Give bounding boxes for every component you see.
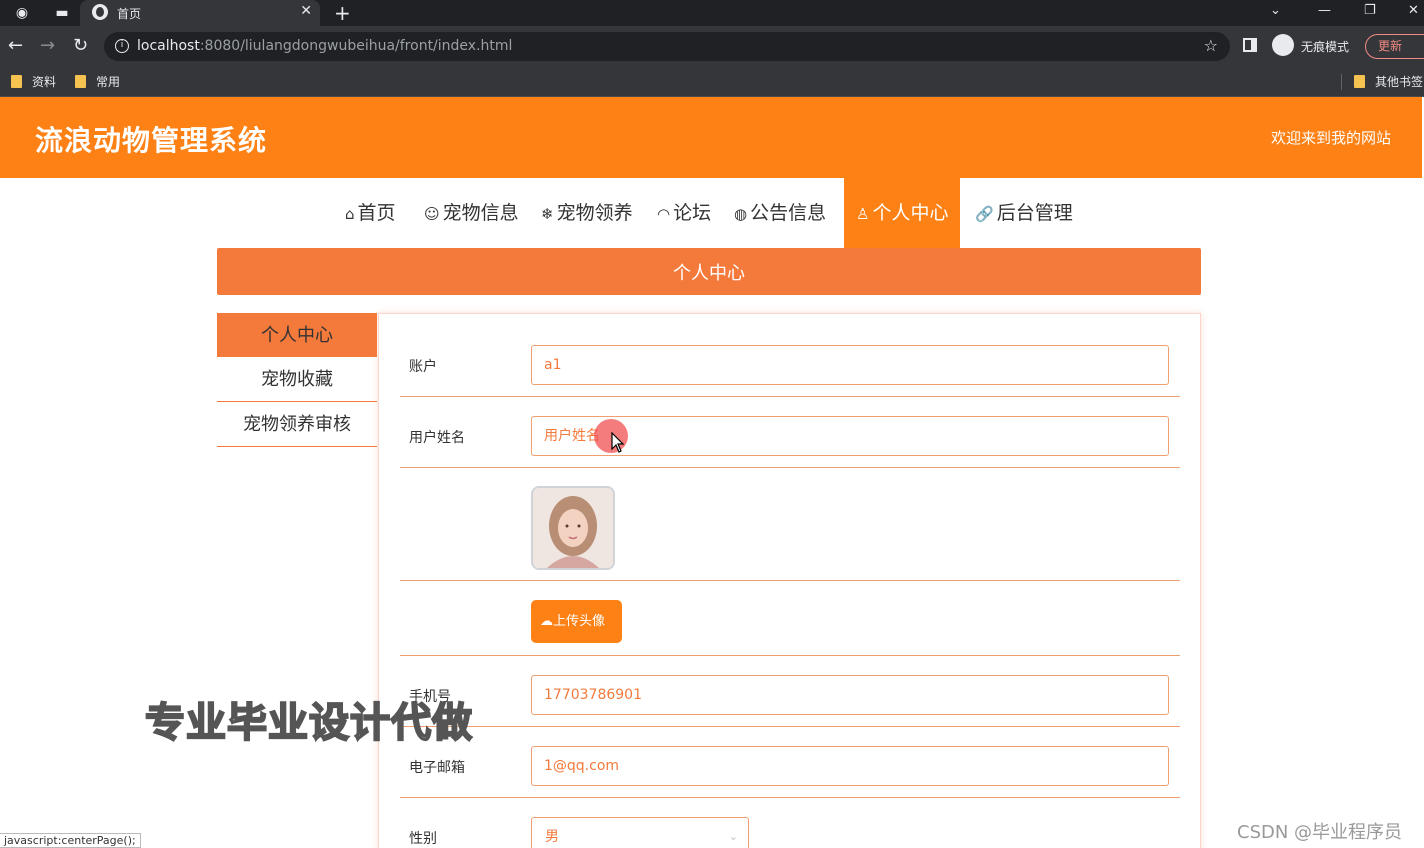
bookmark-folder-ziliao[interactable]: 资料 — [11, 73, 56, 90]
folder-icon — [1354, 75, 1365, 88]
nav-item-admin[interactable]: 🔗 后台管理 — [975, 178, 1073, 248]
email-label: 电子邮箱 — [409, 760, 465, 776]
mouse-cursor-icon — [611, 432, 625, 453]
name-label: 用户姓名 — [409, 430, 465, 446]
minimize-icon[interactable]: — — [1318, 3, 1331, 18]
browser-tab-strip: ◉ ▬ 首页 ✕ + ⌄ — ❐ ✕ — [0, 0, 1424, 26]
side-item-pet-favorites[interactable]: 宠物收藏 — [217, 357, 377, 402]
section-title: 个人中心 — [673, 263, 745, 284]
user-icon: ♙ — [856, 205, 870, 223]
window-close-icon[interactable]: ✕ — [1408, 3, 1419, 18]
nav-item-pet-info[interactable]: ☺ 宠物信息 — [424, 178, 519, 248]
site-info-icon[interactable]: i — [115, 39, 129, 53]
bookmark-folder-changyong[interactable]: 常用 — [75, 73, 120, 90]
side-menu: 个人中心 宠物收藏 宠物领养审核 — [217, 313, 377, 447]
welcome-text: 欢迎来到我的网站 — [1270, 129, 1391, 147]
tab-close-icon[interactable]: ✕ — [300, 3, 312, 19]
watermark-text: 专业毕业设计代做 — [144, 699, 473, 747]
main-nav: ⌂ 首页 ☺ 宠物信息 ❄ 宠物领养 ◠ 论坛 ◍ 公告信息 ♙ 个人中心 🔗 后台管理 — [0, 178, 1424, 248]
avatar-image — [531, 486, 615, 570]
phone-input[interactable]: 17703786901 — [531, 675, 1169, 715]
form-row-upload: ☁上传头像 — [400, 581, 1180, 656]
nav-item-personal-center[interactable]: ♙ 个人中心 — [844, 178, 961, 248]
account-label: 账户 — [409, 359, 437, 375]
pet-face-icon: ☺ — [424, 205, 440, 223]
side-item-adoption-review[interactable]: 宠物领养审核 — [217, 402, 377, 447]
incognito-icon[interactable] — [1272, 34, 1294, 56]
form-row-account: 账户 a1 — [400, 314, 1180, 397]
gender-select[interactable]: 男 ⌄ — [531, 817, 749, 848]
address-bar: ← → ↻ i localhost:8080/liulangdongwubeih… — [0, 26, 1424, 66]
chevron-down-icon: ⌄ — [728, 830, 738, 843]
reload-icon[interactable]: ↻ — [73, 35, 88, 56]
profile-form: 账户 a1 用户姓名 用户姓名 ☁上传头像 手机号 17703786901 电子… — [378, 313, 1201, 848]
globe-icon: ◍ — [734, 205, 748, 223]
bookmark-star-icon[interactable]: ☆ — [1204, 36, 1218, 55]
folder-icon — [11, 75, 22, 88]
side-item-personal-center[interactable]: 个人中心 — [217, 313, 377, 357]
bookmarks-bar: 资料 常用 其他书签 — [0, 66, 1424, 97]
back-arrow-icon[interactable]: ← — [8, 35, 23, 56]
nav-item-pet-adopt[interactable]: ❄ 宠物领养 — [541, 178, 633, 248]
tab-list-chevron-icon[interactable]: ⌄ — [1270, 3, 1281, 18]
tab-search-icon[interactable]: ▬ — [53, 4, 71, 22]
cloud-upload-icon: ☁ — [540, 614, 553, 629]
snowflake-icon: ❄ — [541, 205, 554, 223]
url-input[interactable]: i localhost:8080/liulangdongwubeihua/fro… — [104, 32, 1230, 61]
csdn-credit: CSDN @毕业程序员 — [1237, 822, 1403, 843]
gender-value: 男 — [545, 829, 559, 845]
gender-label: 性别 — [409, 831, 437, 847]
tab-title: 首页 — [117, 7, 142, 21]
speedometer-icon: ◠ — [657, 205, 671, 223]
form-row-phone: 手机号 17703786901 — [400, 656, 1180, 727]
form-row-avatar — [400, 468, 1180, 581]
nav-item-forum[interactable]: ◠ 论坛 — [657, 178, 711, 248]
email-input[interactable]: 1@qq.com — [531, 746, 1169, 786]
folder-icon — [75, 75, 86, 88]
link-icon: 🔗 — [975, 205, 994, 223]
account-input[interactable]: a1 — [531, 345, 1169, 385]
form-row-name: 用户姓名 用户姓名 — [400, 397, 1180, 468]
new-tab-icon[interactable]: + — [334, 1, 351, 25]
bookmark-divider — [1341, 74, 1342, 90]
bookmark-folder-other[interactable]: 其他书签 — [1354, 73, 1423, 90]
browser-tab-active[interactable]: 首页 ✕ — [80, 0, 320, 26]
form-row-email: 电子邮箱 1@qq.com — [400, 727, 1180, 798]
restore-icon[interactable]: ❐ — [1364, 3, 1376, 18]
browser-globe-icon[interactable]: ◉ — [13, 4, 31, 22]
status-bar: javascript:centerPage(); — [0, 833, 141, 848]
update-button[interactable]: 更新 — [1365, 34, 1424, 59]
form-row-gender: 性别 男 ⌄ — [400, 798, 1180, 848]
home-icon: ⌂ — [345, 205, 355, 223]
nav-item-home[interactable]: ⌂ 首页 — [345, 178, 396, 248]
site-header: 流浪动物管理系统 欢迎来到我的网站 — [0, 97, 1422, 178]
incognito-label: 无痕模式 — [1301, 40, 1350, 54]
tab-favicon-globe-icon — [92, 4, 108, 20]
url-text: localhost:8080/liulangdongwubeihua/front… — [137, 38, 513, 54]
section-banner: 个人中心 — [217, 248, 1201, 295]
forward-arrow-icon[interactable]: → — [40, 35, 55, 56]
side-panel-icon[interactable] — [1243, 38, 1257, 52]
upload-avatar-button[interactable]: ☁上传头像 — [531, 600, 622, 643]
site-title: 流浪动物管理系统 — [35, 124, 268, 157]
nav-item-announcements[interactable]: ◍ 公告信息 — [734, 178, 826, 248]
